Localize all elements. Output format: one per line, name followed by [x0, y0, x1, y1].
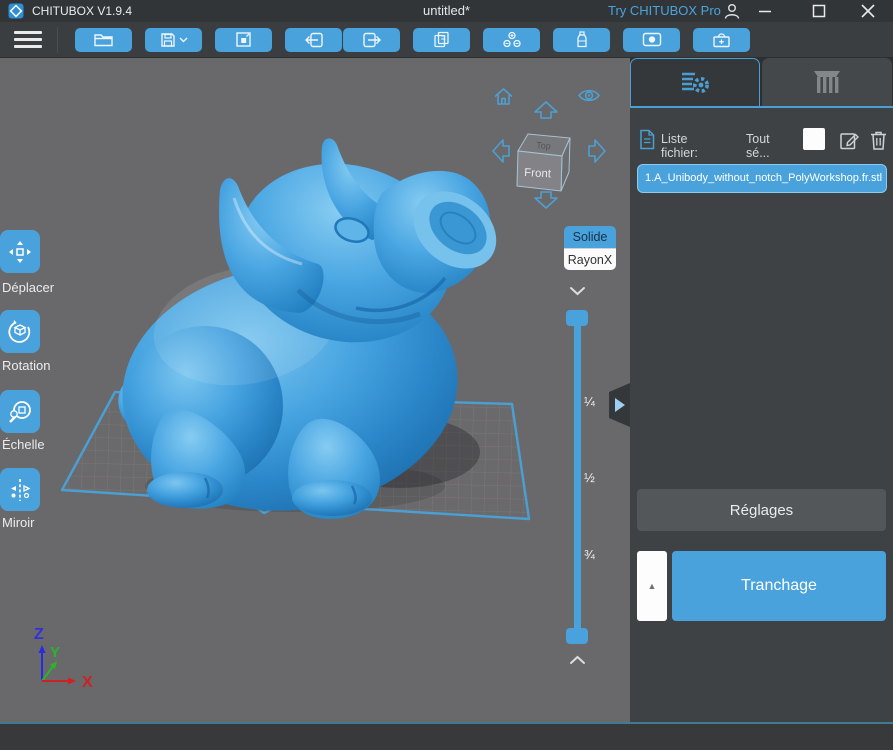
slice-options-stepper[interactable]: ▲ — [637, 551, 667, 621]
panel-tab-row — [630, 58, 893, 108]
fit-plate-button[interactable] — [215, 27, 272, 52]
slider-label-half: ½ — [584, 470, 595, 485]
visibility-eye-icon[interactable] — [577, 87, 601, 104]
tab-file-settings[interactable] — [630, 58, 760, 106]
resin-bottle-icon — [575, 31, 589, 48]
save-file-button[interactable] — [145, 27, 202, 52]
snapshot-button[interactable] — [623, 27, 680, 52]
maximize-button[interactable] — [804, 0, 834, 22]
panel-collapse-handle[interactable] — [606, 383, 630, 427]
rotate-tool-label: Rotation — [2, 358, 51, 373]
tab-support[interactable] — [762, 58, 892, 106]
main-toolbar — [0, 22, 893, 58]
file-list-item[interactable]: 1.A_Unibody_without_notch_PolyWorkshop.f… — [637, 164, 887, 193]
right-panel: Liste fichier: Tout sé... 1.A_Unibody_wi… — [630, 58, 893, 723]
support-platform-icon — [807, 67, 847, 97]
cube-top-label: Top — [536, 140, 551, 151]
slider-step-up-icon[interactable] — [569, 655, 586, 665]
select-all-label: Tout sé... — [746, 132, 770, 160]
axis-x-label: X — [82, 674, 93, 691]
axis-z-label: Z — [34, 626, 44, 643]
copy-button[interactable] — [413, 27, 470, 52]
toolbox-plus-icon — [712, 31, 731, 48]
document-title: untitled* — [423, 3, 470, 18]
3d-viewport[interactable]: Déplacer Rotation Échelle Miroir Front T… — [0, 58, 630, 723]
slider-label-quarter: ¼ — [584, 394, 595, 409]
chevron-down-icon — [179, 37, 188, 43]
file-document-icon — [638, 129, 656, 150]
mirror-tool-button[interactable] — [0, 468, 40, 511]
view-mode-xray-button[interactable]: RayonX — [564, 248, 616, 270]
rotate-up-arrow[interactable] — [533, 98, 559, 124]
file-list-label: Liste fichier: — [661, 132, 698, 160]
auto-arrange-button[interactable] — [483, 27, 540, 52]
slider-step-down-icon[interactable] — [569, 286, 586, 296]
resin-button[interactable] — [553, 27, 610, 52]
open-file-button[interactable] — [75, 27, 132, 52]
status-bar — [0, 724, 893, 750]
import-model-button[interactable] — [285, 27, 342, 52]
arrow-into-box-icon — [304, 32, 324, 48]
edit-icon[interactable] — [839, 130, 860, 151]
settings-button[interactable]: Réglages — [637, 489, 886, 531]
mirror-icon — [7, 477, 33, 503]
delete-trash-icon[interactable] — [869, 130, 888, 151]
try-pro-link[interactable]: Try CHITUBOX Pro — [608, 3, 721, 18]
move-tool-button[interactable] — [0, 230, 40, 273]
rotate-right-arrow[interactable] — [583, 138, 609, 164]
open-folder-icon — [93, 32, 115, 48]
fit-plate-icon — [235, 31, 252, 48]
arrange-cluster-icon — [502, 31, 522, 48]
scale-tool-label: Échelle — [2, 437, 45, 452]
save-icon — [160, 32, 176, 48]
rotate-icon — [7, 319, 33, 345]
close-button[interactable] — [853, 0, 883, 22]
navigation-cube[interactable]: Front Top — [512, 125, 576, 199]
scale-icon — [7, 399, 33, 425]
layer-slider-track[interactable] — [574, 318, 581, 638]
copy-icon — [433, 31, 450, 48]
toolbox-button[interactable] — [693, 27, 750, 52]
toolbar-separator — [57, 26, 58, 53]
scale-tool-button[interactable] — [0, 390, 40, 433]
menu-button[interactable] — [14, 31, 42, 48]
export-model-button[interactable] — [343, 27, 400, 52]
arrow-out-of-box-icon — [362, 32, 382, 48]
chitubox-logo-icon — [8, 3, 24, 19]
move-icon — [7, 239, 33, 265]
select-all-checkbox[interactable] — [803, 128, 825, 150]
rotate-tool-button[interactable] — [0, 310, 40, 353]
layer-slider-bottom-handle[interactable] — [566, 628, 588, 644]
home-view-icon[interactable] — [492, 85, 515, 108]
account-icon[interactable] — [722, 2, 744, 20]
mirror-tool-label: Miroir — [2, 515, 35, 530]
minimize-button[interactable] — [750, 0, 780, 22]
app-title: CHITUBOX V1.9.4 — [32, 4, 133, 18]
axis-y-label: Y — [50, 644, 60, 661]
camera-icon — [642, 32, 662, 47]
cube-front-label: Front — [524, 167, 552, 180]
axes-indicator: Z Y X — [26, 623, 110, 693]
titlebar: CHITUBOX V1.9.4 untitled* Try CHITUBOX P… — [0, 0, 893, 22]
layer-slider-top-handle[interactable] — [566, 310, 588, 326]
slider-label-three-quarter: ¾ — [584, 547, 595, 562]
slice-button[interactable]: Tranchage — [672, 551, 886, 621]
settings-list-gear-icon — [678, 69, 712, 97]
view-mode-solid-button[interactable]: Solide — [564, 226, 616, 248]
move-tool-label: Déplacer — [2, 280, 55, 295]
